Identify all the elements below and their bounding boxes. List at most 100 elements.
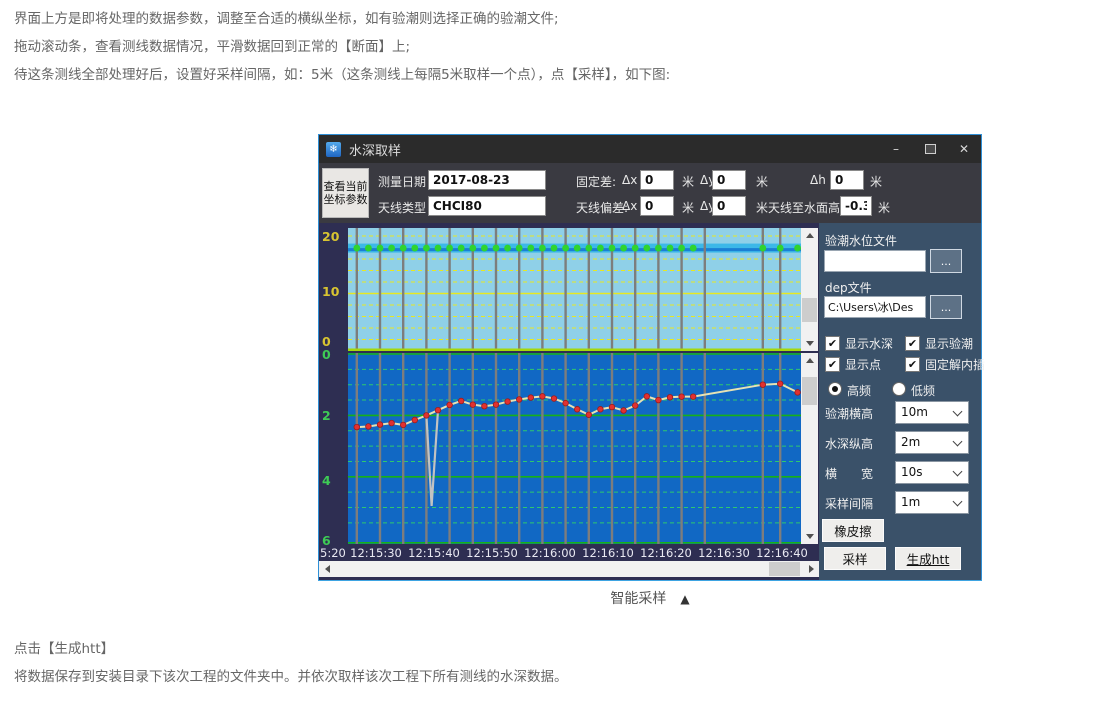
app-icon: ❄ [326,142,341,157]
scrollbar-thumb[interactable] [769,562,800,576]
antenna-water-height-input[interactable] [840,196,872,216]
lower-vertical-scrollbar[interactable] [801,353,818,544]
fixed-solution-interp-checkbox[interactable]: ✔ 固定解内插 [905,356,985,373]
chevron-down-icon [953,437,963,447]
parameter-toolbar: 查看当前 坐标参数 测量日期 固定差: Δx 米 Δy 米 Δh 米 天线类型 [319,163,981,223]
meter-unit: 米 [878,199,890,216]
outro-line-2: 将数据保存到安装目录下该次工程的文件夹中。并依次取样该次工程下所有测线的水深数据… [14,668,1074,687]
fixed-dy-input[interactable] [712,170,746,190]
show-points-checkbox[interactable]: ✔ 显示点 [825,356,881,373]
sample-button[interactable]: 采样 [824,547,886,570]
close-button[interactable]: ✕ [947,135,981,163]
antenna-dx-input[interactable] [640,196,674,216]
outro-line-1: 点击【生成htt】 [14,640,1074,659]
x-axis-labels: 5:20 12:15:30 12:15:40 12:15:50 12:16:00… [319,544,819,561]
window-controls: – ✕ [879,135,981,163]
chevron-down-icon [953,497,963,507]
x-tick: 12:16:00 [524,546,576,560]
radio-dot-icon [832,386,838,392]
app-window: ❄ 水深取样 – ✕ 查看当前 坐标参数 测量日期 固定差: Δx 米 Δy [318,134,982,581]
scrollbar-thumb[interactable] [802,298,817,322]
dep-file-label: dep文件 [825,279,872,296]
depth-vscale-label: 水深纵高 [825,435,873,452]
tide-file-label: 验潮水位文件 [825,232,897,249]
lower-ytick: 2 [322,408,346,423]
scroll-down-icon[interactable] [801,336,818,351]
fixed-diff-label: 固定差: [576,173,616,190]
depth-vscale-select[interactable]: 2m [895,431,969,454]
dx-label: Δx [622,199,637,213]
checkbox-check-icon: ✔ [905,336,920,351]
x-tick: 5:20 [320,546,346,560]
high-freq-label: 高频 [847,382,871,399]
dep-file-browse-button[interactable]: ... [930,295,962,319]
show-depth-checkbox[interactable]: ✔ 显示水深 [825,335,893,352]
x-tick: 12:15:40 [408,546,460,560]
x-tick: 12:16:40 [756,546,808,560]
dh-input[interactable] [830,170,864,190]
minimize-button[interactable]: – [879,135,913,163]
sample-interval-label: 采样间隔 [825,495,873,512]
chart-area: 20 10 0 0 2 4 6 [319,223,819,580]
horizontal-scrollbar[interactable] [319,561,819,577]
meter-unit: 米 [756,173,768,190]
chevron-down-icon [953,467,963,477]
hwidth-label: 横 宽 [825,465,873,482]
outro-text: 点击【生成htt】 将数据保存到安装目录下该次工程的文件夹中。并依次取样该次工程… [14,640,1074,696]
measure-date-label: 测量日期 [378,173,426,190]
high-freq-radio[interactable] [828,382,842,396]
meter-unit: 米 [870,173,882,190]
lower-ytick: 0 [322,347,346,362]
scroll-right-icon[interactable] [803,561,819,577]
tide-width-select[interactable]: 10m [895,401,969,424]
scroll-up-icon[interactable] [801,353,818,368]
scroll-up-icon[interactable] [801,228,818,243]
eraser-button[interactable]: 橡皮擦 [822,519,884,542]
maximize-button[interactable] [913,135,947,163]
x-tick: 12:16:20 [640,546,692,560]
tide-width-label: 验潮横高 [825,405,873,422]
lower-ytick: 4 [322,473,346,488]
dx-label: Δx [622,173,637,187]
meter-unit: 米 [682,199,694,216]
page: 界面上方是即将处理的数据参数，调整至合适的横纵坐标，如有验潮则选择正确的验潮文件… [0,0,1100,704]
toolbar-row-1: 测量日期 固定差: Δx 米 Δy 米 Δh 米 [319,169,981,193]
dep-file-input[interactable] [824,296,926,318]
low-freq-label: 低频 [911,382,935,399]
scroll-down-icon[interactable] [801,529,818,544]
intro-line-3: 待这条测线全部处理好后，设置好采样间隔，如：5米（这条测线上每隔5米取样一个点）… [14,66,1014,85]
show-tide-checkbox[interactable]: ✔ 显示验潮 [905,335,973,352]
intro-text: 界面上方是即将处理的数据参数，调整至合适的横纵坐标，如有验潮则选择正确的验潮文件… [14,10,1014,94]
generate-htt-button[interactable]: 生成htt [895,547,961,570]
measure-date-input[interactable] [428,170,546,190]
scrollbar-thumb[interactable] [802,377,817,405]
sample-interval-select[interactable]: 1m [895,491,969,514]
x-tick: 12:15:50 [466,546,518,560]
checkbox-check-icon: ✔ [825,357,840,372]
tide-file-browse-button[interactable]: ... [930,249,962,273]
antenna-dy-input[interactable] [712,196,746,216]
hwidth-select[interactable]: 10s [895,461,969,484]
chevron-down-icon [953,407,963,417]
meter-unit: 米 [756,199,768,216]
scroll-left-icon[interactable] [319,561,335,577]
x-tick: 12:16:10 [582,546,634,560]
fixed-dx-input[interactable] [640,170,674,190]
low-freq-radio[interactable] [892,382,906,396]
collapse-arrow-icon[interactable]: ▲ [680,592,689,606]
intro-line-2: 拖动滚动条，查看测线数据情况，平滑数据回到正常的【断面】上; [14,38,1014,57]
antenna-type-label: 天线类型 [378,199,426,216]
toolbar-row-2: 天线类型 天线偏差: Δx 米 Δy 米 天线至水面高 米 [319,195,981,219]
window-titlebar[interactable]: ❄ 水深取样 – ✕ [319,135,981,163]
antenna-type-input[interactable] [428,196,546,216]
antenna-offset-label: 天线偏差: [576,199,628,216]
checkbox-check-icon: ✔ [825,336,840,351]
tide-file-input[interactable] [824,250,926,272]
upper-vertical-scrollbar[interactable] [801,228,818,351]
intro-line-1: 界面上方是即将处理的数据参数，调整至合适的横纵坐标，如有验潮则选择正确的验潮文件… [14,10,1014,29]
depth-plot[interactable] [348,353,801,544]
antenna-water-height-label: 天线至水面高 [768,199,840,216]
meter-unit: 米 [682,173,694,190]
caption-text: 智能采样 [610,591,666,607]
tide-plot[interactable] [348,228,801,351]
